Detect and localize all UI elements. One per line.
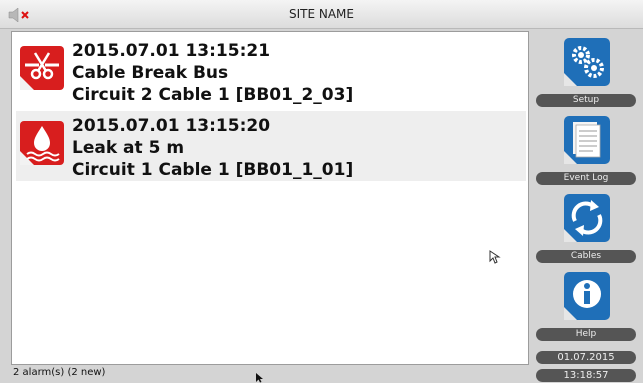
alarm-timestamp: 2015.07.01 13:15:21: [72, 41, 271, 61]
window-title: SITE NAME: [288, 7, 354, 21]
help-button[interactable]: Help: [533, 267, 637, 343]
date-display: 01.07.2015: [536, 351, 636, 364]
refresh-icon: [564, 194, 610, 242]
event-log-button[interactable]: Event Log: [533, 111, 637, 187]
sidebar: Setup Event Log Cables Help: [533, 31, 643, 383]
alarm-description: Cable Break Bus: [72, 63, 229, 83]
event-log-label: Event Log: [536, 172, 636, 185]
status-text: 2 alarm(s) (2 new): [13, 367, 106, 378]
alarm-list[interactable]: 2015.07.01 13:15:21 Cable Break Bus Circ…: [11, 31, 529, 365]
mouse-pointer-icon: [256, 373, 263, 383]
alarm-location: Circuit 2 Cable 1 [BB01_2_03]: [72, 85, 354, 105]
setup-label: Setup: [536, 94, 636, 107]
info-icon: [564, 272, 610, 320]
alarm-item[interactable]: 2015.07.01 13:15:21 Cable Break Bus Circ…: [16, 36, 526, 106]
help-label: Help: [536, 328, 636, 341]
document-icon: [564, 116, 610, 164]
cables-button[interactable]: Cables: [533, 189, 637, 265]
gear-icon: [564, 38, 610, 86]
alarm-location: Circuit 1 Cable 1 [BB01_1_01]: [72, 160, 354, 180]
cables-label: Cables: [536, 250, 636, 263]
alarm-description: Leak at 5 m: [72, 138, 185, 158]
cable-break-icon: [20, 46, 64, 90]
time-display: 13:18:57: [536, 369, 636, 382]
title-bar: SITE NAME: [0, 0, 643, 29]
mouse-cursor-icon: [489, 250, 501, 264]
leak-icon: [20, 121, 64, 165]
setup-button[interactable]: Setup: [533, 33, 637, 109]
alarm-timestamp: 2015.07.01 13:15:20: [72, 116, 271, 136]
alarm-item[interactable]: 2015.07.01 13:15:20 Leak at 5 m Circuit …: [16, 111, 526, 181]
